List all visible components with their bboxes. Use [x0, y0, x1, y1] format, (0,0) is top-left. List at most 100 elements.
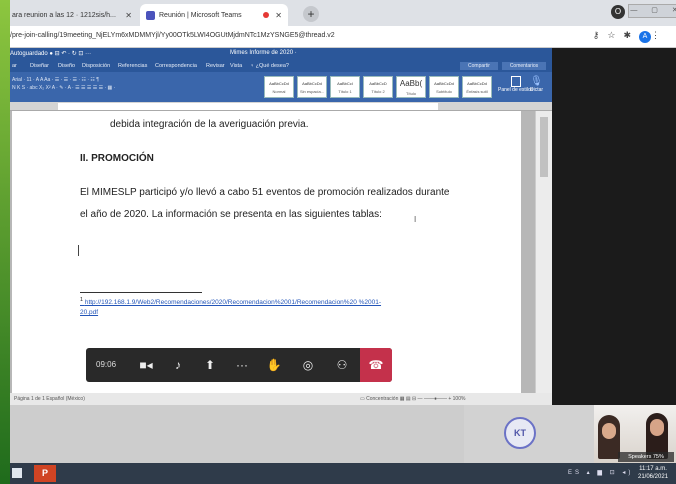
tab-inactive[interactable]: ara reunion a las 12 · 1212sis/h... ✕ [6, 4, 138, 26]
microphone-icon: 🎙 [530, 76, 543, 87]
meeting-timer: 09:06 [96, 360, 117, 369]
mic-button[interactable]: ♪ [162, 348, 194, 382]
recording-dot-icon [263, 12, 270, 18]
url-text[interactable]: /pre-join-calling/19meeting_NjELYm6xMDMM… [10, 32, 335, 39]
ruler-text-area [58, 103, 438, 110]
hang-up-button[interactable]: ☎ [360, 348, 392, 382]
menu-item[interactable]: Correspondencia [155, 63, 197, 69]
tab-label: Reunión | Microsoft Teams [159, 11, 242, 19]
menu-item[interactable]: Diseñar [30, 63, 49, 69]
style-title[interactable]: AaBb(Título [396, 76, 426, 98]
avatar: KT [504, 417, 536, 449]
phone-icon: ☎ [368, 358, 384, 372]
participant-face [650, 419, 664, 436]
style-subtitle[interactable]: AaBbCcDd Subtítulo [429, 76, 459, 98]
footnote-separator [80, 292, 202, 293]
menu-item[interactable]: ar [12, 63, 17, 69]
menu-item[interactable]: Referencias [118, 63, 147, 69]
clock-date: 21/06/2021 [638, 474, 669, 480]
share-screen-button[interactable]: ⬆ [194, 348, 226, 382]
doc-line: debida integración de la averiguación pr… [110, 119, 309, 130]
view-zoom-controls[interactable]: ▭ Concentración ▦ ▤ ⊟ — ——●—— + 100% [360, 396, 465, 402]
close-icon[interactable]: ✕ [125, 11, 132, 20]
scrollbar-thumb[interactable] [540, 117, 548, 177]
raise-hand-button[interactable]: ✋ [258, 348, 290, 382]
styles-pane-label: Panel de estilos [498, 87, 534, 93]
screen: ara reunion a las 12 · 1212sis/h... ✕ Re… [0, 0, 676, 484]
system-tray[interactable]: ES ▴ ▆ ⊡ ◂) [568, 469, 633, 476]
windows-start-icon[interactable] [12, 468, 22, 478]
browser-tabbar: ara reunion a las 12 · 1212sis/h... ✕ Re… [10, 0, 676, 26]
ruler[interactable] [10, 102, 552, 111]
people-icon: ⚇ [336, 358, 348, 372]
styles-pane-button[interactable]: Panel de estilos [498, 76, 533, 93]
microphone-icon: ♪ [175, 358, 181, 372]
ribbon-row-1[interactable]: Arial · 11 · A A Aa · ☰ · ☰ · ☰ · ☷ · ☷ … [12, 76, 260, 84]
participant-tile[interactable]: KT [464, 405, 594, 463]
menu-item[interactable]: Diseño [58, 63, 75, 69]
vertical-scrollbar[interactable] [535, 111, 552, 393]
ibeam-cursor-icon: I [414, 215, 417, 224]
window-controls[interactable]: — ▢ ✕ [628, 4, 676, 18]
section-heading: II. PROMOCIÓN [80, 153, 154, 164]
footnote-link[interactable]: http://192.168.1.9/Web2/Recomendaciones/… [85, 299, 381, 306]
clock-time: 11:17 a.m. [639, 466, 667, 472]
participants-button[interactable]: ⚇ [326, 348, 358, 382]
footnote[interactable]: 1 http://192.168.1.9/Web2/Recomendacione… [80, 295, 460, 318]
close-icon[interactable]: ✕ [275, 11, 282, 20]
video-tile[interactable]: Speakers 75% [594, 405, 676, 463]
menu-item[interactable]: Disposición [82, 63, 110, 69]
word-statusbar: Página 1 de 1 Español (México) ▭ Concent… [10, 393, 552, 405]
ribbon-row-2[interactable]: N K S · abc X₂ X² A · ✎ · A · ☰ ☰ ☰ ☰ ☰ … [12, 84, 260, 92]
style-subtle-emphasis[interactable]: AaBbCcDd Énfasis sutil [462, 76, 492, 98]
document-title: Mimes Informe de 2020 · [230, 50, 297, 56]
teams-icon [146, 10, 155, 20]
dictate-button[interactable]: 🎙 Dictar [530, 76, 543, 93]
style-normal[interactable]: AaBbCcDd Normal [264, 76, 294, 98]
style-heading-1[interactable]: AaBbCcI Título 1 [330, 76, 360, 98]
desktop-background [0, 0, 10, 484]
doc-paragraph-line: El MIMESLP participó y/o llevó a cabo 51… [80, 187, 450, 198]
footnote-link-cont[interactable]: 20.pdf [80, 309, 98, 316]
clock[interactable]: 11:17 a.m. 21/06/2021 [638, 465, 668, 481]
star-icon[interactable]: ☆ [607, 30, 623, 40]
address-bar-icons: ⚷☆✱ A ⋮ [593, 30, 668, 43]
tab-teams-meeting[interactable]: Reunión | Microsoft Teams ✕ [140, 4, 288, 26]
camera-icon: ■◂ [139, 358, 153, 372]
hand-icon: ✋ [266, 358, 282, 372]
meeting-side-panel [552, 48, 676, 405]
new-tab-button[interactable]: + [303, 6, 319, 22]
word-titlebar: Autoguardado ● ⊟ ↶ · ↻ ⊡ ··· Mimes Infor… [10, 48, 552, 60]
address-bar[interactable]: /pre-join-calling/19meeting_NjELYm6xMDMM… [10, 26, 676, 48]
powerpoint-app-icon[interactable]: P [34, 465, 56, 482]
share-button[interactable]: Compartir [460, 62, 498, 70]
page-count: Página 1 de 1 Español (México) [14, 396, 85, 402]
share-tray-icon: ⬆ [204, 358, 216, 372]
windows-taskbar: P ES ▴ ▆ ⊡ ◂) 11:17 a.m. 21/06/2021 [10, 463, 676, 484]
menu-item[interactable]: ♀ ¿Qué desea? [250, 63, 289, 69]
styles-pane-icon [510, 76, 521, 87]
text-cursor [78, 245, 79, 256]
camera-button[interactable]: ■◂ [130, 348, 162, 382]
word-ribbon: Arial · 11 · A A Aa · ☰ · ☰ · ☰ · ☷ · ☷ … [10, 72, 552, 102]
tab-label: ara reunion a las 12 · 1212sis/h... [12, 11, 116, 19]
extension-icon[interactable]: ✱ [623, 30, 639, 40]
font-paragraph-controls[interactable]: Arial · 11 · A A Aa · ☰ · ☰ · ☰ · ☷ · ☷ … [12, 76, 260, 98]
speaker-label: Speakers 75% [618, 452, 674, 462]
doc-paragraph-line: el año de 2020. La información se presen… [80, 209, 382, 220]
dictate-label: Dictar [530, 87, 544, 93]
chrome-profile-icon[interactable]: O [611, 5, 625, 19]
profile-avatar[interactable]: A [639, 31, 651, 43]
chat-button[interactable]: ◎ [292, 348, 324, 382]
participant-face [602, 423, 616, 439]
key-icon[interactable]: ⚷ [593, 30, 608, 40]
more-actions-button[interactable]: ··· [226, 348, 258, 382]
style-heading-2[interactable]: AaBbCcD Título 2 [363, 76, 393, 98]
menu-item[interactable]: Revisar [206, 63, 225, 69]
menu-item[interactable]: Vista [230, 63, 242, 69]
comments-button[interactable]: Comentarios [502, 62, 546, 70]
style-no-spacing[interactable]: AaBbCcDd Sin espacia... [297, 76, 327, 98]
kebab-menu-icon[interactable]: ⋮ [651, 30, 668, 40]
footnote-mark: 1 [80, 297, 84, 303]
quick-access-toolbar[interactable]: Autoguardado ● ⊟ ↶ · ↻ ⊡ ··· [10, 50, 91, 57]
